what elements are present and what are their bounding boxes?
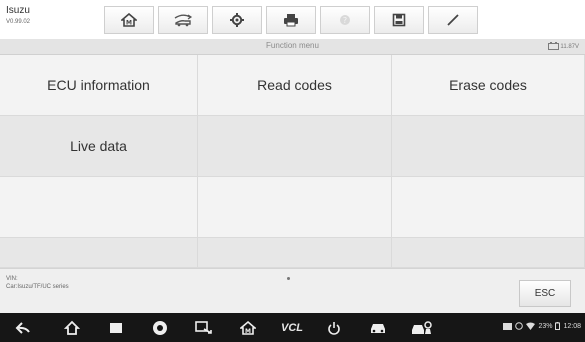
help-button[interactable]: ?	[320, 6, 370, 34]
clock-icon	[515, 322, 524, 330]
menu-item-erase-codes[interactable]: Erase codes	[392, 55, 585, 116]
battery-voltage: 11.87V	[548, 42, 579, 50]
menu-cell-empty	[198, 177, 392, 238]
home-icon[interactable]	[62, 318, 82, 338]
car-swap-icon	[174, 14, 193, 27]
svg-text:M: M	[126, 20, 132, 27]
save-button[interactable]	[374, 6, 424, 34]
vcl-label: VCL	[281, 322, 303, 334]
footer-bar: VIN: Car:Isuzu/TF/UC series ESC	[0, 268, 585, 314]
edit-button[interactable]	[428, 6, 478, 34]
battery-voltage-value: 11.87V	[560, 44, 579, 50]
gear-icon	[230, 13, 244, 27]
back-icon[interactable]	[13, 318, 33, 338]
svg-text:M: M	[245, 328, 251, 335]
home-icon: M	[121, 13, 137, 27]
menu-cell-empty	[198, 116, 392, 177]
car-service-icon[interactable]	[410, 318, 434, 338]
menu-cell-empty	[0, 177, 198, 238]
maxisys-home-icon[interactable]: M	[238, 318, 258, 338]
esc-button[interactable]: ESC	[519, 280, 571, 307]
settings-button[interactable]	[212, 6, 262, 34]
menu-cell-empty	[392, 116, 585, 177]
wifi-icon	[526, 322, 536, 330]
app-info: Isuzu V0.99.02	[6, 5, 31, 26]
chrome-icon[interactable]	[150, 318, 170, 338]
save-icon	[392, 13, 406, 27]
remote-desktop-icon[interactable]	[194, 318, 214, 338]
function-menu-grid: ECU information Read codes Erase codes L…	[0, 55, 585, 268]
app-name: Isuzu	[6, 5, 30, 16]
power-icon[interactable]	[324, 318, 344, 338]
top-toolbar: Isuzu V0.99.02 M ?	[0, 0, 585, 40]
menu-item-read-codes[interactable]: Read codes	[198, 55, 392, 116]
car-battery-icon	[548, 42, 560, 50]
menu-item-live-data[interactable]: Live data	[0, 116, 198, 177]
car-info: Car:Isuzu/TF/UC series	[6, 284, 69, 290]
menu-cell-empty	[0, 238, 198, 268]
printer-icon	[284, 14, 298, 27]
app-version: V0.99.02	[6, 19, 31, 25]
vin-label: VIN:	[6, 276, 18, 282]
print-button[interactable]	[266, 6, 316, 34]
system-status: 23% 12:08	[503, 322, 581, 330]
svg-text:?: ?	[343, 16, 347, 25]
home-button[interactable]: M	[104, 6, 154, 34]
menu-cell-empty	[392, 238, 585, 268]
menu-cell-empty	[392, 177, 585, 238]
page-indicator-dot	[287, 277, 290, 280]
menu-item-ecu-information[interactable]: ECU information	[0, 55, 198, 116]
battery-icon	[555, 322, 561, 330]
menu-cell-empty	[198, 238, 392, 268]
page-title: Function menu	[266, 41, 319, 50]
car-icon[interactable]	[368, 318, 388, 338]
function-header: Function menu 11.87V	[0, 39, 585, 55]
message-icon	[503, 322, 513, 330]
system-navigation-bar: M VCL 23% 12:08	[0, 313, 585, 342]
help-icon: ?	[340, 15, 350, 25]
recent-apps-icon[interactable]	[106, 318, 126, 338]
battery-percent: 23%	[538, 322, 553, 330]
vehicle-swap-button[interactable]	[158, 6, 208, 34]
clock-time: 12:08	[563, 322, 581, 330]
pen-icon	[447, 14, 459, 26]
vci-connection-icon[interactable]: VCL	[278, 318, 306, 338]
